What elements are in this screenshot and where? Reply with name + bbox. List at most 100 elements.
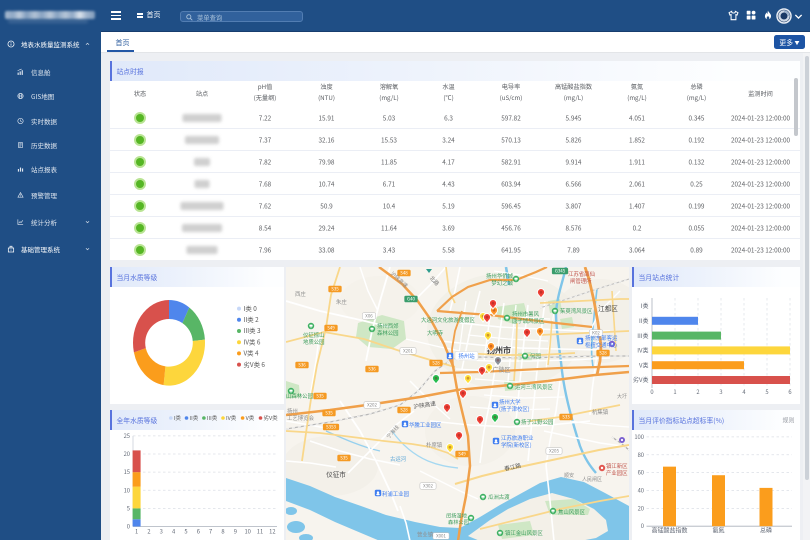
svg-text:顺安: 顺安: [564, 472, 574, 479]
svg-text:镇江金山风景区: 镇江金山风景区: [505, 529, 543, 537]
svg-text:唐子城风景区: 唐子城风景区: [512, 317, 545, 325]
svg-text:S28: S28: [400, 407, 408, 413]
svg-text:氨氮: 氨氮: [712, 525, 724, 534]
svg-text:S353: S353: [326, 424, 336, 430]
svg-text:I类: I类: [174, 414, 182, 422]
svg-text:森林公园: 森林公园: [377, 329, 399, 337]
svg-text:III类 3: III类 3: [244, 326, 261, 335]
svg-text:仪征市: 仪征市: [326, 469, 346, 479]
svg-text:学院(新校区): 学院(新校区): [501, 441, 532, 449]
svg-text:40: 40: [638, 485, 644, 494]
svg-text:10: 10: [244, 526, 250, 535]
svg-text:劣V类 6: 劣V类 6: [244, 360, 266, 369]
svg-text:广陵区: 广陵区: [493, 365, 511, 374]
svg-text:西庄: 西庄: [295, 290, 306, 298]
svg-text:G40: G40: [407, 296, 415, 302]
svg-text:8: 8: [221, 526, 224, 535]
svg-text:人民闸区: 人民闸区: [582, 476, 602, 483]
svg-text:25: 25: [124, 430, 130, 439]
svg-text:III类: III类: [637, 331, 648, 340]
svg-text:3: 3: [160, 526, 163, 535]
svg-text:梦幻之城: 梦幻之城: [491, 279, 513, 287]
svg-text:80: 80: [638, 449, 644, 458]
svg-text:利浦工业园: 利浦工业园: [382, 490, 409, 498]
svg-text:(扬子津校区): (扬子津校区): [499, 405, 530, 413]
svg-text:工艺博览会: 工艺博览会: [287, 414, 315, 422]
svg-text:枢纽交通中心: 枢纽交通中心: [585, 341, 618, 349]
svg-text:S35: S35: [340, 455, 348, 461]
svg-text:X001: X001: [436, 533, 446, 539]
svg-text:5: 5: [127, 503, 130, 512]
svg-text:II类 2: II类 2: [244, 315, 260, 324]
svg-text:G345: G345: [555, 268, 566, 274]
svg-text:60: 60: [638, 467, 644, 476]
svg-text:6: 6: [197, 526, 200, 535]
svg-text:4: 4: [172, 526, 176, 535]
svg-text:S36: S36: [298, 362, 306, 368]
svg-text:X06: X06: [365, 313, 373, 319]
svg-text:大运河文化旅游度假区: 大运河文化旅游度假区: [421, 316, 476, 324]
svg-text:V类: V类: [639, 360, 648, 369]
svg-text:大明寺: 大明寺: [427, 329, 444, 337]
svg-text:何园: 何园: [530, 352, 541, 360]
svg-text:扬州站: 扬州站: [458, 352, 475, 360]
svg-text:S33: S33: [562, 414, 570, 420]
svg-text:S49: S49: [458, 451, 466, 457]
svg-text:9: 9: [234, 526, 237, 535]
svg-text:大圩: 大圩: [617, 393, 627, 400]
svg-text:100: 100: [634, 431, 644, 440]
svg-text:山森林公园: 山森林公园: [286, 392, 313, 400]
svg-text:S35: S35: [316, 393, 324, 399]
svg-text:焦山风景区: 焦山风景区: [558, 508, 586, 516]
svg-text:S48: S48: [400, 270, 408, 276]
svg-text:高锰酸盐指数: 高锰酸盐指数: [651, 525, 687, 534]
svg-text:地质公园: 地质公园: [303, 338, 325, 346]
svg-text:总磷: 总磷: [760, 525, 772, 534]
svg-text:瓜洲古渡: 瓜洲古渡: [488, 493, 510, 501]
svg-text:IV类: IV类: [226, 414, 237, 422]
svg-text:10: 10: [124, 485, 130, 494]
svg-text:S35: S35: [325, 410, 333, 416]
svg-text:杭集镇: 杭集镇: [592, 408, 609, 416]
svg-text:朴席镇: 朴席镇: [426, 441, 443, 449]
svg-text:X205: X205: [549, 448, 559, 454]
svg-text:0: 0: [127, 521, 130, 530]
svg-text:5: 5: [765, 387, 768, 396]
svg-text:2: 2: [147, 526, 150, 535]
svg-text:IV类: IV类: [637, 346, 648, 355]
svg-text:0: 0: [641, 521, 644, 530]
svg-text:古运河: 古运河: [390, 455, 407, 463]
svg-text:III类: III类: [207, 414, 218, 422]
svg-text:扬子江野公园: 扬子江野公园: [521, 418, 553, 426]
svg-text:II类: II类: [639, 316, 649, 325]
svg-text:森林公园: 森林公园: [448, 518, 469, 526]
svg-text:20: 20: [638, 503, 644, 512]
svg-text:S49: S49: [327, 325, 335, 331]
svg-text:7: 7: [209, 526, 212, 535]
svg-text:运河三湾风景区: 运河三湾风景区: [515, 383, 553, 391]
svg-text:1: 1: [673, 387, 676, 396]
svg-text:3: 3: [719, 387, 722, 396]
svg-text:华騰工业园区: 华騰工业园区: [409, 421, 442, 429]
svg-text:江都区: 江都区: [598, 303, 618, 313]
svg-text:S28: S28: [599, 350, 607, 356]
svg-text:朱庄: 朱庄: [336, 298, 347, 306]
svg-text:营业镇: 营业镇: [417, 530, 434, 538]
svg-text:X302: X302: [423, 483, 433, 489]
svg-text:15: 15: [124, 467, 130, 476]
svg-text:12: 12: [269, 526, 275, 535]
svg-text:11: 11: [257, 526, 263, 535]
svg-text:I类 0: I类 0: [244, 304, 258, 313]
svg-text:IV类 6: IV类 6: [244, 337, 261, 346]
svg-text:0: 0: [650, 387, 653, 396]
svg-text:闸管理所: 闸管理所: [570, 277, 592, 285]
svg-text:V类 4: V类 4: [244, 349, 259, 358]
svg-text:X201: X201: [403, 348, 413, 354]
svg-text:20: 20: [124, 449, 130, 458]
svg-text:劣V类: 劣V类: [264, 414, 279, 422]
svg-text:S36: S36: [368, 366, 376, 372]
svg-text:II类: II类: [190, 414, 199, 422]
svg-text:5: 5: [184, 526, 187, 535]
svg-text:X202: X202: [367, 402, 377, 408]
svg-text:S35: S35: [331, 286, 339, 292]
